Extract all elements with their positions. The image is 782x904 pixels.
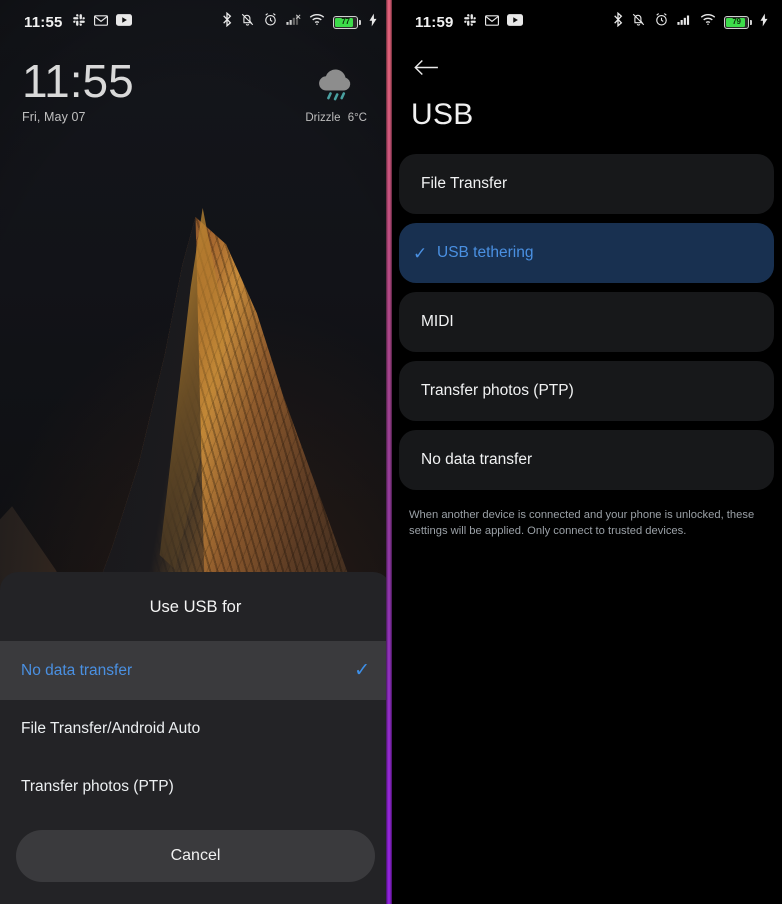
check-icon: ✓: [354, 660, 370, 681]
slack-icon: [463, 13, 477, 32]
dual-screenshot-composite: 11:55 77 11:55 Fri, May 07 Drizzle 6°C U…: [0, 0, 782, 904]
youtube-icon: [506, 13, 523, 31]
battery-cap: [750, 19, 752, 25]
usb-option-label: Transfer photos (PTP): [421, 382, 574, 399]
usb-sheet-option-label: Transfer photos (PTP): [21, 778, 174, 795]
usb-option-list: File Transfer ✓ USB tethering MIDI Trans…: [391, 154, 782, 490]
vibrate-off-icon: [240, 12, 255, 32]
check-icon: ✓: [413, 243, 428, 263]
vibrate-off-icon: [631, 12, 646, 32]
usb-sheet-title: Use USB for: [149, 598, 242, 616]
gmail-icon: [484, 13, 499, 31]
wifi-icon: [309, 13, 325, 31]
clock-weather-row: 11:55 Fri, May 07 Drizzle 6°C: [0, 44, 391, 124]
left-status-notification-icons: [72, 13, 132, 32]
usb-sheet-option-label: No data transfer: [21, 661, 133, 679]
usb-option-no-data-transfer[interactable]: No data transfer: [399, 430, 774, 490]
usb-settings-footnote: When another device is connected and you…: [409, 509, 755, 537]
clock-widget[interactable]: 11:55 Fri, May 07: [22, 58, 134, 124]
usb-option-usb-tethering[interactable]: ✓ USB tethering: [399, 223, 774, 283]
battery-percent-label: 77: [341, 17, 350, 26]
charging-bolt-icon: [369, 13, 377, 32]
usb-option-midi[interactable]: MIDI: [399, 292, 774, 352]
youtube-icon: [115, 13, 132, 31]
lock-screen-content: 11:55 Fri, May 07 Drizzle 6°C: [0, 44, 391, 124]
usb-option-label: No data transfer: [421, 451, 533, 468]
bluetooth-icon: [613, 11, 623, 32]
usb-option-file-transfer[interactable]: File Transfer: [399, 154, 774, 214]
signal-icon: [286, 13, 301, 31]
battery-body: 79: [724, 15, 749, 29]
left-status-system-icons: 77: [222, 11, 377, 32]
right-phone-usb-settings: 11:59 79 USB File Transfer ✓ USB tetheri…: [391, 0, 782, 904]
usb-sheet-option-transfer-photos-ptp[interactable]: Transfer photos (PTP): [0, 758, 391, 816]
page-title: USB: [411, 98, 474, 131]
usb-sheet-cancel-wrap: Cancel: [0, 816, 391, 904]
battery-indicator: 79: [724, 15, 752, 29]
cancel-button[interactable]: Cancel: [16, 830, 375, 882]
right-status-system-icons: 79: [613, 11, 768, 32]
right-status-notification-icons: [463, 13, 523, 32]
alarm-icon: [654, 12, 669, 32]
weather-widget[interactable]: Drizzle 6°C: [303, 58, 369, 124]
drizzle-icon: [313, 64, 359, 109]
usb-option-label: File Transfer: [421, 175, 508, 192]
alarm-icon: [263, 12, 278, 32]
charging-bolt-icon: [760, 13, 768, 32]
usb-option-label: MIDI: [421, 313, 454, 330]
back-row: [391, 44, 782, 82]
right-status-bar: 11:59 79: [391, 0, 782, 44]
weather-temperature: 6°C: [347, 112, 367, 124]
weather-meta: Drizzle 6°C: [303, 112, 369, 124]
screen-divider: [386, 0, 392, 904]
bluetooth-icon: [222, 11, 232, 32]
right-status-time: 11:59: [415, 13, 454, 31]
battery-percent-label: 79: [732, 17, 741, 26]
gmail-icon: [93, 13, 108, 31]
battery-indicator: 77: [333, 15, 361, 29]
usb-option-label: USB tethering: [437, 244, 534, 261]
usb-sheet-option-file-transfer-android-auto[interactable]: File Transfer/Android Auto: [0, 700, 391, 758]
slack-icon: [72, 13, 86, 32]
lock-clock-time: 11:55: [22, 55, 134, 107]
left-phone-lock-screen: 11:55 77 11:55 Fri, May 07 Drizzle 6°C U…: [0, 0, 391, 904]
left-status-bar: 11:55 77: [0, 0, 391, 44]
weather-condition: Drizzle: [305, 112, 341, 124]
usb-option-transfer-photos-ptp[interactable]: Transfer photos (PTP): [399, 361, 774, 421]
signal-icon: [677, 13, 692, 31]
lock-clock-date: Fri, May 07: [22, 109, 86, 124]
battery-body: 77: [333, 15, 358, 29]
wifi-icon: [700, 13, 716, 31]
battery-cap: [359, 19, 361, 25]
left-status-time: 11:55: [24, 13, 63, 31]
usb-sheet-option-label: File Transfer/Android Auto: [21, 720, 201, 737]
usb-bottom-sheet: Use USB for No data transfer ✓ File Tran…: [0, 572, 391, 904]
back-arrow-icon[interactable]: [411, 52, 441, 82]
usb-sheet-option-no-data-transfer[interactable]: No data transfer ✓: [0, 641, 391, 700]
